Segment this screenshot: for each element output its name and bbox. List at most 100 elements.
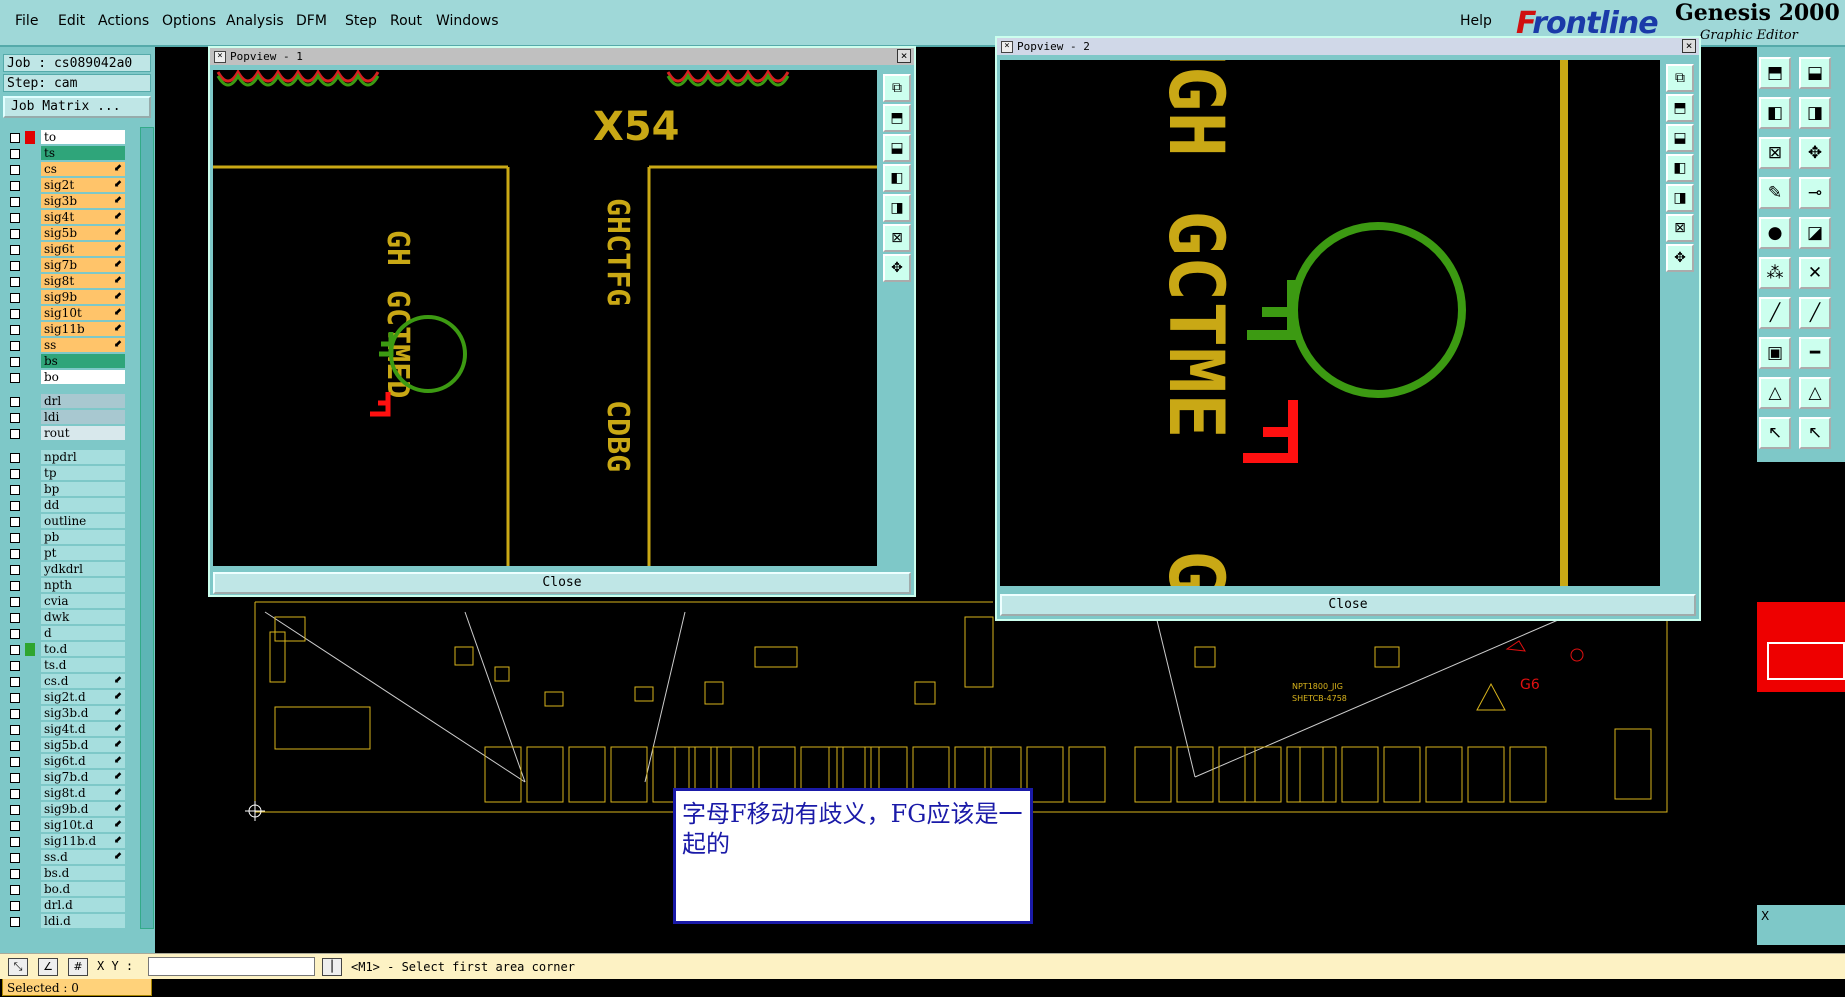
layer-checkbox[interactable] — [10, 869, 20, 879]
layer-color-swatch[interactable] — [25, 563, 35, 576]
layer-row[interactable]: outline — [3, 514, 125, 529]
layer-color-swatch[interactable] — [25, 739, 35, 752]
layer-color-swatch[interactable] — [25, 579, 35, 592]
layer-row[interactable]: rout — [3, 426, 125, 441]
layer-name[interactable]: bs — [41, 354, 125, 368]
popview-2-view-tool-icon[interactable]: ◨ — [1666, 184, 1694, 212]
layer-checkbox[interactable] — [10, 805, 20, 815]
measure-icon[interactable]: ∠ — [38, 958, 58, 976]
layer-color-swatch[interactable] — [25, 227, 35, 240]
layer-name[interactable]: bo — [41, 370, 125, 384]
layer-name[interactable]: sig2t ⬋ — [41, 178, 125, 192]
net-icon[interactable]: ⁂ — [1759, 257, 1791, 289]
layer-checkbox[interactable] — [10, 853, 20, 863]
layer-name[interactable]: bo.d — [41, 882, 125, 896]
layer-color-swatch[interactable] — [25, 819, 35, 832]
layer-row[interactable]: sig6t ⬋ — [3, 242, 125, 257]
layer-row[interactable]: dd — [3, 498, 125, 513]
layer-color-swatch[interactable] — [25, 787, 35, 800]
layer-name[interactable]: ts.d — [41, 658, 125, 672]
popview-1-view-tool-icon[interactable]: ⬓ — [883, 134, 911, 162]
popview-2-view-tool-icon[interactable]: ⧉ — [1666, 64, 1694, 92]
popview-2-view-tool-icon[interactable]: ⊠ — [1666, 214, 1694, 242]
layer-row[interactable]: ldi.d — [3, 914, 125, 929]
layer-checkbox[interactable] — [10, 565, 20, 575]
layer-checkbox[interactable] — [10, 413, 20, 423]
layer-checkbox[interactable] — [10, 837, 20, 847]
layer-color-swatch[interactable] — [25, 867, 35, 880]
layer-color-swatch[interactable] — [25, 371, 35, 384]
layer-checkbox[interactable] — [10, 597, 20, 607]
layer-row[interactable]: pt — [3, 546, 125, 561]
layer-name[interactable]: sig10t ⬋ — [41, 306, 125, 320]
layer-color-swatch[interactable] — [25, 291, 35, 304]
ruler-icon[interactable]: ━ — [1799, 337, 1831, 369]
layer-color-swatch[interactable] — [25, 483, 35, 496]
layer-checkbox[interactable] — [10, 357, 20, 367]
layer-color-swatch[interactable] — [25, 211, 35, 224]
popview-2-close-button[interactable]: Close — [1000, 594, 1696, 616]
layer-checkbox[interactable] — [10, 245, 20, 255]
layer-name[interactable]: ss.d ⬋ — [41, 850, 125, 864]
layer-row[interactable]: npth — [3, 578, 125, 593]
zoom-icon[interactable]: ✥ — [1799, 137, 1831, 169]
layer-name[interactable]: sig5b.d ⬋ — [41, 738, 125, 752]
menu-step[interactable]: Step — [345, 13, 377, 29]
layer-row[interactable]: sig3b.d ⬋ — [3, 706, 125, 721]
layer-checkbox[interactable] — [10, 293, 20, 303]
pan-left-icon[interactable]: ◧ — [1759, 97, 1791, 129]
menu-options[interactable]: Options — [162, 13, 216, 29]
layer-color-swatch[interactable] — [25, 611, 35, 624]
layer-checkbox[interactable] — [10, 277, 20, 287]
layer-row[interactable]: sig9b ⬋ — [3, 290, 125, 305]
layer-name[interactable]: sig5b ⬋ — [41, 226, 125, 240]
layer-name[interactable]: to.d — [41, 642, 125, 656]
layer-color-swatch[interactable] — [25, 851, 35, 864]
layer-row[interactable]: drl.d — [3, 898, 125, 913]
layer-checkbox[interactable] — [10, 341, 20, 351]
draw-arc-icon[interactable]: ╱ — [1799, 297, 1831, 329]
layer-name[interactable]: sig8t.d ⬋ — [41, 786, 125, 800]
layer-checkbox[interactable] — [10, 661, 20, 671]
layer-checkbox[interactable] — [10, 549, 20, 559]
layer-color-swatch[interactable] — [25, 355, 35, 368]
popview-1-view-tool-icon[interactable]: ⧉ — [883, 74, 911, 102]
layer-row[interactable]: npdrl — [3, 450, 125, 465]
layer-name[interactable]: ydkdrl — [41, 562, 125, 576]
layer-row[interactable]: ss.d ⬋ — [3, 850, 125, 865]
layer-checkbox[interactable] — [10, 197, 20, 207]
layer-color-swatch[interactable] — [25, 395, 35, 408]
layer-checkbox[interactable] — [10, 741, 20, 751]
layer-checkbox[interactable] — [10, 149, 20, 159]
popview-2-view-tool-icon[interactable]: ⬒ — [1666, 94, 1694, 122]
layer-checkbox[interactable] — [10, 501, 20, 511]
pad-icon[interactable]: ● — [1759, 217, 1791, 249]
layer-name[interactable]: ldi — [41, 410, 125, 424]
popview-2-view-tool-icon[interactable]: ⬓ — [1666, 124, 1694, 152]
layer-checkbox[interactable] — [10, 709, 20, 719]
layer-row[interactable]: sig7b ⬋ — [3, 258, 125, 273]
layer-row[interactable]: d — [3, 626, 125, 641]
layer-checkbox[interactable] — [10, 757, 20, 767]
layer-color-swatch[interactable] — [25, 659, 35, 672]
layer-color-swatch[interactable] — [25, 339, 35, 352]
layer-checkbox[interactable] — [10, 373, 20, 383]
layer-color-swatch[interactable] — [25, 515, 35, 528]
layer-row[interactable]: sig4t.d ⬋ — [3, 722, 125, 737]
layer-name[interactable]: sig3b ⬋ — [41, 194, 125, 208]
layer-color-swatch[interactable] — [25, 675, 35, 688]
popview-1-close-icon[interactable]: × — [897, 49, 911, 63]
layer-checkbox[interactable] — [10, 613, 20, 623]
layer-row[interactable]: sig8t.d ⬋ — [3, 786, 125, 801]
layer-checkbox[interactable] — [10, 773, 20, 783]
draw-line-icon[interactable]: ╱ — [1759, 297, 1791, 329]
layer-checkbox[interactable] — [10, 789, 20, 799]
select-icon[interactable]: ↖ — [1759, 417, 1791, 449]
layer-name[interactable]: cvia — [41, 594, 125, 608]
layer-row[interactable]: ts — [3, 146, 125, 161]
layer-row[interactable]: sig8t ⬋ — [3, 274, 125, 289]
layer-checkbox[interactable] — [10, 629, 20, 639]
layer-row[interactable]: pb — [3, 530, 125, 545]
layer-color-swatch[interactable] — [25, 147, 35, 160]
fit-icon[interactable]: ⊠ — [1759, 137, 1791, 169]
